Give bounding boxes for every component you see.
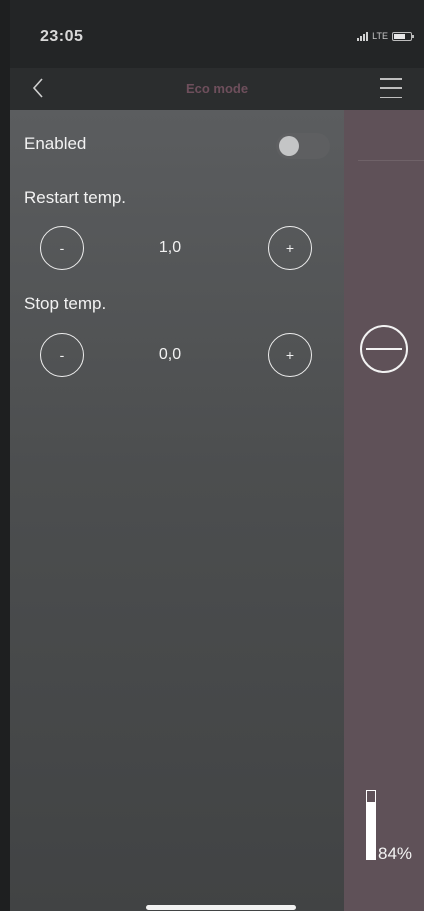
stop-temp-value: 0,0 [158,346,182,363]
signal-icon [357,31,369,41]
network-type: LTE [372,31,388,41]
stop-temp-increase-button[interactable]: + [268,333,312,377]
enabled-toggle[interactable] [276,133,330,159]
minus-circle-icon[interactable] [360,325,408,373]
device-side-panel: 84% [344,110,424,911]
restart-temp-label: Restart temp. [24,188,127,207]
home-indicator[interactable] [146,905,296,910]
settings-panel: Enabled Restart temp. - 1,0 + Stop temp.… [10,110,344,911]
restart-temp-increase-button[interactable]: + [268,226,312,270]
restart-temp-decrease-button[interactable]: - [40,226,84,270]
toggle-knob [279,136,299,156]
status-indicators: LTE [357,31,414,41]
level-gauge [366,790,376,860]
page-title: Eco mode [185,81,249,96]
hamburger-menu-icon[interactable] [380,77,402,99]
level-gauge-fill [367,801,375,859]
status-time: 23:05 [40,28,84,45]
battery-icon [392,31,414,41]
app-screen: 23:05 LTE Eco mode Enabled Restart temp.… [10,0,424,911]
status-bar: 23:05 LTE [10,0,424,68]
level-percentage: 84% [378,844,413,863]
enabled-label: Enabled [24,134,87,153]
stop-temp-label: Stop temp. [24,294,107,313]
stop-temp-decrease-button[interactable]: - [40,333,84,377]
nav-bar: Eco mode [10,68,424,110]
restart-temp-value: 1,0 [158,239,182,256]
divider [358,160,424,161]
